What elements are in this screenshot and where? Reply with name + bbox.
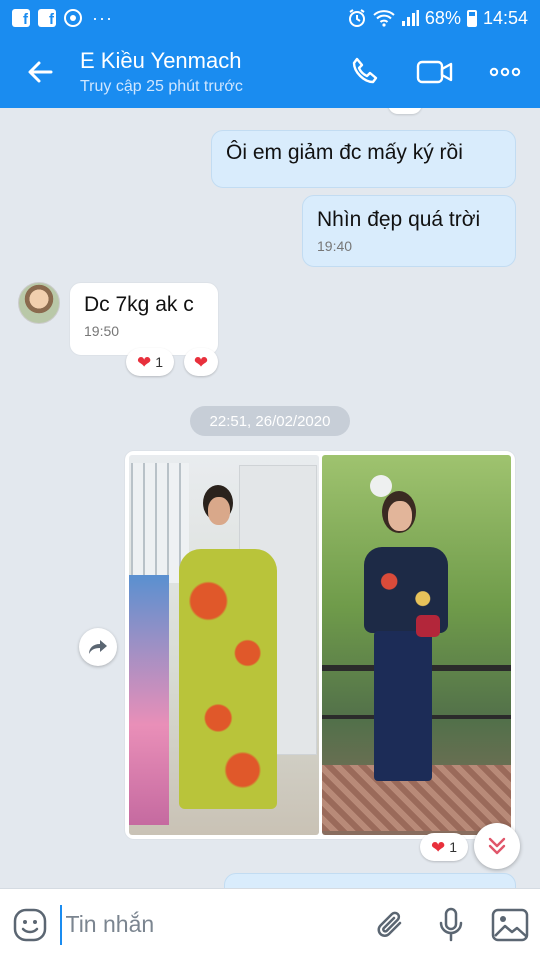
video-call-button[interactable] bbox=[400, 36, 470, 108]
back-arrow-icon bbox=[28, 61, 53, 83]
facebook-icon: f bbox=[38, 9, 56, 27]
date-separator: 22:51, 26/02/2020 bbox=[190, 406, 350, 436]
double-chevron-down-icon bbox=[488, 837, 506, 855]
avatar[interactable] bbox=[18, 282, 60, 324]
after-photo[interactable] bbox=[321, 455, 511, 835]
facebook-icon: f bbox=[12, 9, 30, 27]
microphone-icon bbox=[439, 907, 462, 941]
contact-name: E Kiều Yenmach bbox=[80, 48, 242, 73]
heart-icon: ❤ bbox=[430, 837, 446, 857]
heart-icon: ❤ bbox=[193, 352, 209, 372]
composer-bar bbox=[0, 888, 540, 960]
chrome-icon bbox=[64, 9, 82, 27]
reaction-count: 1 bbox=[449, 839, 458, 855]
message-text: Nhìn đẹp quá trời bbox=[317, 208, 481, 231]
message-input[interactable] bbox=[59, 904, 362, 945]
emoji-icon bbox=[13, 908, 46, 941]
previous-message-reaction bbox=[388, 108, 422, 114]
battery-percent: 68% bbox=[424, 7, 461, 28]
more-icon bbox=[489, 67, 521, 77]
image-button[interactable] bbox=[481, 889, 540, 960]
reaction-summary[interactable]: ❤ 1 bbox=[420, 833, 468, 861]
battery-icon bbox=[466, 9, 477, 27]
call-button[interactable] bbox=[330, 36, 400, 108]
status-bar: f f ··· 68% 14:54 bbox=[0, 0, 540, 36]
scroll-to-bottom-button[interactable] bbox=[474, 823, 520, 869]
video-call-icon bbox=[416, 60, 453, 84]
reaction-summary[interactable]: ❤ 1 bbox=[126, 348, 174, 376]
image-icon bbox=[492, 908, 529, 941]
react-button[interactable]: ❤ bbox=[184, 348, 218, 376]
more-notifications: ··· bbox=[92, 7, 113, 28]
reaction-count: 1 bbox=[155, 354, 164, 370]
before-photo[interactable] bbox=[129, 455, 319, 835]
photo-message[interactable] bbox=[124, 450, 516, 840]
chat-header: E Kiều Yenmach Truy cập 25 phút trước bbox=[0, 36, 540, 108]
message-text: Dc 7kg ak c bbox=[84, 293, 194, 316]
heart-icon: ❤ bbox=[136, 352, 152, 372]
notification-icons: f f ··· bbox=[12, 8, 113, 29]
share-icon bbox=[89, 640, 107, 654]
message-text: Ôi em giảm đc mấy ký rồi bbox=[226, 141, 463, 164]
last-seen-status: Truy cập 25 phút trước bbox=[80, 78, 243, 95]
phone-icon bbox=[352, 57, 378, 84]
wifi-icon bbox=[373, 10, 395, 27]
attach-button[interactable] bbox=[362, 889, 422, 960]
sticker-button[interactable] bbox=[0, 889, 60, 960]
message-bubble[interactable]: Nhìn đẹp quá trời 19:40 bbox=[302, 195, 516, 267]
clock: 14:54 bbox=[482, 7, 528, 28]
back-button[interactable] bbox=[0, 36, 80, 108]
more-button[interactable] bbox=[470, 36, 540, 108]
signal-icon bbox=[401, 10, 419, 26]
message-time: 19:40 bbox=[317, 238, 353, 254]
paperclip-icon bbox=[377, 911, 402, 937]
contact-info[interactable]: E Kiều Yenmach Truy cập 25 phút trước bbox=[80, 48, 330, 96]
message-bubble[interactable]: Ôi em giảm đc mấy ký rồi bbox=[211, 130, 516, 188]
message-time: 19:50 bbox=[84, 323, 120, 339]
chat-area[interactable]: Ôi em giảm đc mấy ký rồi Nhìn đẹp quá tr… bbox=[0, 108, 540, 888]
message-bubble[interactable]: Dc 7kg ak c 19:50 bbox=[69, 282, 219, 356]
message-bubble[interactable] bbox=[224, 873, 516, 888]
alarm-icon bbox=[348, 9, 365, 27]
voice-button[interactable] bbox=[421, 889, 481, 960]
share-button[interactable] bbox=[79, 628, 117, 666]
